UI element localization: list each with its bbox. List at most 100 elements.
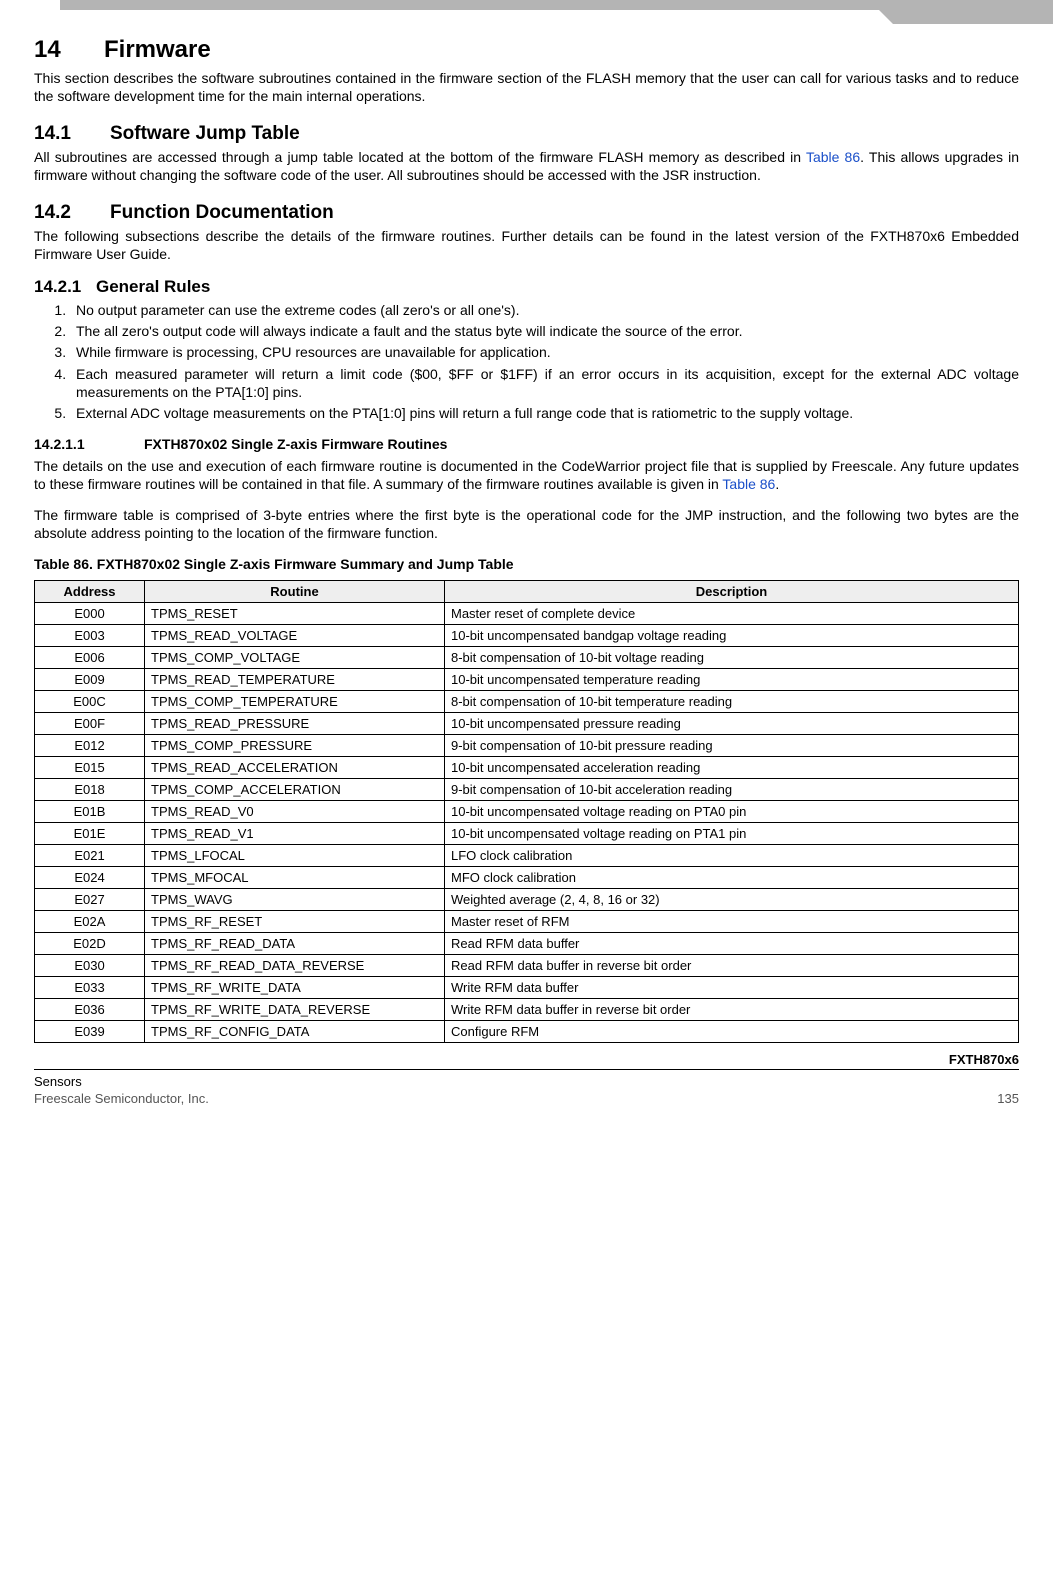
- cell-routine: TPMS_WAVG: [145, 889, 445, 911]
- cell-description: 10-bit uncompensated pressure reading: [445, 713, 1019, 735]
- cell-address: E02D: [35, 933, 145, 955]
- cell-address: E033: [35, 977, 145, 999]
- col-routine: Routine: [145, 581, 445, 603]
- cell-address: E01E: [35, 823, 145, 845]
- table-row: E000TPMS_RESETMaster reset of complete d…: [35, 603, 1019, 625]
- cell-routine: TPMS_COMP_TEMPERATURE: [145, 691, 445, 713]
- section-title: General Rules: [96, 277, 210, 296]
- cell-address: E02A: [35, 911, 145, 933]
- cell-description: 10-bit uncompensated temperature reading: [445, 669, 1019, 691]
- cell-description: Weighted average (2, 4, 8, 16 or 32): [445, 889, 1019, 911]
- cell-description: LFO clock calibration: [445, 845, 1019, 867]
- table-row: E003TPMS_READ_VOLTAGE10-bit uncompensate…: [35, 625, 1019, 647]
- section-number: 14.2: [34, 202, 110, 224]
- table-row: E009TPMS_READ_TEMPERATURE10-bit uncompen…: [35, 669, 1019, 691]
- cell-address: E027: [35, 889, 145, 911]
- cell-description: Read RFM data buffer: [445, 933, 1019, 955]
- table-row: E01BTPMS_READ_V010-bit uncompensated vol…: [35, 801, 1019, 823]
- table-row: E033TPMS_RF_WRITE_DATAWrite RFM data buf…: [35, 977, 1019, 999]
- cell-routine: TPMS_READ_V1: [145, 823, 445, 845]
- cell-routine: TPMS_RF_WRITE_DATA_REVERSE: [145, 999, 445, 1021]
- cell-routine: TPMS_COMP_VOLTAGE: [145, 647, 445, 669]
- cell-address: E006: [35, 647, 145, 669]
- section-title: FXTH870x02 Single Z-axis Firmware Routin…: [144, 436, 447, 452]
- cell-description: 8-bit compensation of 10-bit temperature…: [445, 691, 1019, 713]
- table-row: E039TPMS_RF_CONFIG_DATAConfigure RFM: [35, 1021, 1019, 1043]
- table-row: E00CTPMS_COMP_TEMPERATURE8-bit compensat…: [35, 691, 1019, 713]
- cell-description: 10-bit uncompensated voltage reading on …: [445, 801, 1019, 823]
- table-86-link[interactable]: Table 86: [722, 476, 775, 492]
- cell-description: 10-bit uncompensated acceleration readin…: [445, 757, 1019, 779]
- section-14-2-1-1-p2: The firmware table is comprised of 3-byt…: [34, 507, 1019, 542]
- cell-routine: TPMS_COMP_ACCELERATION: [145, 779, 445, 801]
- cell-routine: TPMS_READ_VOLTAGE: [145, 625, 445, 647]
- table-row: E021TPMS_LFOCALLFO clock calibration: [35, 845, 1019, 867]
- table-row: E012TPMS_COMP_PRESSURE9-bit compensation…: [35, 735, 1019, 757]
- section-14-1-body: All subroutines are accessed through a j…: [34, 149, 1019, 184]
- cell-address: E030: [35, 955, 145, 977]
- cell-routine: TPMS_RF_READ_DATA_REVERSE: [145, 955, 445, 977]
- page-footer: FXTH870x6 Sensors Freescale Semiconducto…: [34, 1069, 1019, 1106]
- section-number: 14.2.1: [34, 277, 96, 297]
- chapter-title: Firmware: [104, 36, 211, 63]
- cell-description: Read RFM data buffer in reverse bit orde…: [445, 955, 1019, 977]
- table-header-row: Address Routine Description: [35, 581, 1019, 603]
- cell-address: E024: [35, 867, 145, 889]
- cell-address: E003: [35, 625, 145, 647]
- text-fragment: All subroutines are accessed through a j…: [34, 149, 806, 165]
- table-row: E00FTPMS_READ_PRESSURE10-bit uncompensat…: [35, 713, 1019, 735]
- cell-routine: TPMS_RF_CONFIG_DATA: [145, 1021, 445, 1043]
- section-title: Function Documentation: [110, 202, 334, 223]
- table-row: E030TPMS_RF_READ_DATA_REVERSERead RFM da…: [35, 955, 1019, 977]
- table-row: E02DTPMS_RF_READ_DATARead RFM data buffe…: [35, 933, 1019, 955]
- cell-description: MFO clock calibration: [445, 867, 1019, 889]
- cell-routine: TPMS_LFOCAL: [145, 845, 445, 867]
- col-description: Description: [445, 581, 1019, 603]
- chapter-number: 14: [34, 36, 104, 64]
- cell-address: E009: [35, 669, 145, 691]
- table-caption: Table 86. FXTH870x02 Single Z-axis Firmw…: [34, 556, 1019, 580]
- intro-paragraph: This section describes the software subr…: [34, 70, 1019, 105]
- list-item: The all zero's output code will always i…: [70, 322, 1019, 340]
- cell-routine: TPMS_RF_RESET: [145, 911, 445, 933]
- cell-address: E015: [35, 757, 145, 779]
- table-row: E006TPMS_COMP_VOLTAGE8-bit compensation …: [35, 647, 1019, 669]
- footer-category: Sensors: [34, 1074, 1019, 1089]
- page-number: 135: [997, 1091, 1019, 1106]
- cell-description: Write RFM data buffer in reverse bit ord…: [445, 999, 1019, 1021]
- list-item: Each measured parameter will return a li…: [70, 365, 1019, 401]
- section-14-2-1-1-p1: The details on the use and execution of …: [34, 458, 1019, 493]
- general-rules-list: No output parameter can use the extreme …: [70, 301, 1019, 422]
- cell-routine: TPMS_READ_TEMPERATURE: [145, 669, 445, 691]
- footer-company: Freescale Semiconductor, Inc.: [34, 1091, 209, 1106]
- col-address: Address: [35, 581, 145, 603]
- cell-routine: TPMS_RESET: [145, 603, 445, 625]
- table-row: E024TPMS_MFOCALMFO clock calibration: [35, 867, 1019, 889]
- page-body: 14Firmware This section describes the so…: [0, 10, 1053, 1126]
- cell-description: Master reset of complete device: [445, 603, 1019, 625]
- table-86-link[interactable]: Table 86: [806, 149, 860, 165]
- cell-address: E036: [35, 999, 145, 1021]
- cell-description: 8-bit compensation of 10-bit voltage rea…: [445, 647, 1019, 669]
- cell-routine: TPMS_RF_READ_DATA: [145, 933, 445, 955]
- cell-description: 9-bit compensation of 10-bit acceleratio…: [445, 779, 1019, 801]
- cell-routine: TPMS_READ_V0: [145, 801, 445, 823]
- cell-address: E021: [35, 845, 145, 867]
- cell-address: E039: [35, 1021, 145, 1043]
- cell-description: 9-bit compensation of 10-bit pressure re…: [445, 735, 1019, 757]
- cell-description: 10-bit uncompensated bandgap voltage rea…: [445, 625, 1019, 647]
- table-row: E01ETPMS_READ_V110-bit uncompensated vol…: [35, 823, 1019, 845]
- cell-routine: TPMS_MFOCAL: [145, 867, 445, 889]
- cell-address: E000: [35, 603, 145, 625]
- table-row: E02ATPMS_RF_RESETMaster reset of RFM: [35, 911, 1019, 933]
- list-item: While firmware is processing, CPU resour…: [70, 343, 1019, 361]
- table-row: E027TPMS_WAVGWeighted average (2, 4, 8, …: [35, 889, 1019, 911]
- section-14-2-body: The following subsections describe the d…: [34, 228, 1019, 263]
- cell-routine: TPMS_READ_PRESSURE: [145, 713, 445, 735]
- section-number: 14.2.1.1: [34, 436, 144, 452]
- cell-address: E018: [35, 779, 145, 801]
- firmware-jump-table: Table 86. FXTH870x02 Single Z-axis Firmw…: [34, 556, 1019, 1043]
- cell-description: 10-bit uncompensated voltage reading on …: [445, 823, 1019, 845]
- section-number: 14.1: [34, 123, 110, 145]
- list-item: External ADC voltage measurements on the…: [70, 404, 1019, 422]
